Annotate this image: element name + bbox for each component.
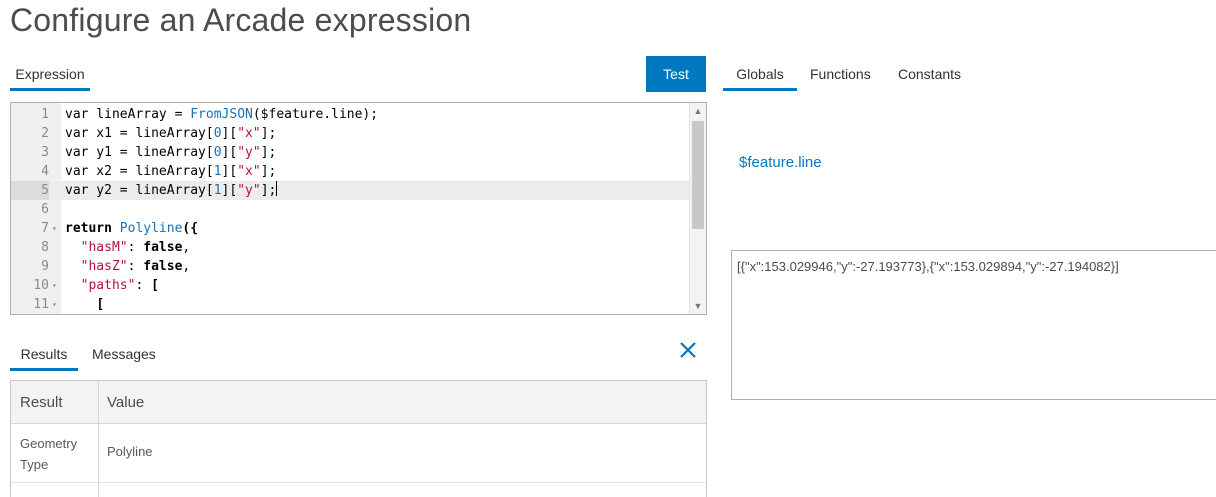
line-number: 4 <box>41 164 49 179</box>
line-number: 9 <box>41 259 49 274</box>
code-line[interactable]: 8 "hasM": false, <box>11 238 689 257</box>
global-feature-line-link[interactable]: $feature.line <box>739 154 822 171</box>
fold-arrow-icon[interactable]: ▾ <box>52 295 60 314</box>
code-line[interactable]: 3 var y1 = lineArray[0]["y"]; <box>11 143 689 162</box>
line-number: 5 <box>11 181 49 200</box>
scroll-up-icon[interactable]: ▲ <box>693 106 703 116</box>
column-divider <box>98 381 99 497</box>
code-text: var x1 = lineArray[0]["x"]; <box>65 126 277 141</box>
tab-constants[interactable]: Constants <box>898 56 961 91</box>
expression-tab-bar: Expression Test <box>10 56 706 92</box>
line-number: 3 <box>41 145 49 160</box>
code-line[interactable]: 10 ▾ "paths": [ <box>11 276 689 295</box>
global-value-box: [{"x":153.029946,"y":-27.193773},{"x":15… <box>731 250 1216 400</box>
scroll-thumb[interactable] <box>692 121 704 229</box>
code-text: var x2 = lineArray[1]["x"]; <box>65 164 277 179</box>
result-key: Geometry Type <box>20 436 78 472</box>
tab-messages[interactable]: Messages <box>92 336 156 371</box>
code-line[interactable]: 11 ▾ [ <box>11 295 689 314</box>
global-value-text: [{"x":153.029946,"y":-27.193773},{"x":15… <box>737 259 1119 274</box>
close-icon <box>680 342 696 358</box>
test-button[interactable]: Test <box>646 56 706 92</box>
results-table-header: Result Value <box>11 381 706 424</box>
text-cursor <box>276 181 278 196</box>
code-text: var y1 = lineArray[0]["y"]; <box>65 145 277 160</box>
code-text: return Polyline({ <box>65 221 199 236</box>
code-line[interactable]: 2 var x1 = lineArray[0]["x"]; <box>11 124 689 143</box>
line-number: 6 <box>41 202 49 217</box>
line-number: 10 <box>33 278 49 293</box>
line-number: 11 <box>33 297 49 312</box>
fold-arrow-icon[interactable]: ▾ <box>52 276 60 295</box>
code-text: "hasM": false, <box>80 240 191 255</box>
header-result: Result <box>20 394 63 411</box>
code-editor[interactable]: 1 var lineArray = FromJSON($feature.line)… <box>10 102 707 315</box>
code-line[interactable]: 4 var x2 = lineArray[1]["x"]; <box>11 162 689 181</box>
line-number: 7 <box>41 221 49 236</box>
editor-scrollbar[interactable]: ▲ ▼ <box>689 103 706 314</box>
tab-expression[interactable]: Expression <box>10 56 90 91</box>
code-text: "paths": [ <box>80 278 159 293</box>
code-line[interactable]: 5 var y2 = lineArray[1]["y"]; <box>11 181 689 200</box>
line-number: 2 <box>41 126 49 141</box>
line-number: 1 <box>41 107 49 122</box>
result-value: Polyline <box>107 444 153 459</box>
results-table: Result Value Geometry Type Polyline <box>10 380 707 497</box>
results-tab-bar: Results Messages <box>10 336 706 372</box>
close-results-button[interactable] <box>676 338 700 362</box>
code-line[interactable]: 9 "hasZ": false, <box>11 257 689 276</box>
code-line[interactable]: 7 ▾ return Polyline({ <box>11 219 689 238</box>
table-row: Geometry Type Polyline <box>11 424 706 483</box>
scroll-down-icon[interactable]: ▼ <box>693 301 703 311</box>
tab-globals[interactable]: Globals <box>723 56 797 91</box>
tab-results[interactable]: Results <box>10 336 78 371</box>
fold-arrow-icon[interactable]: ▾ <box>52 219 60 238</box>
code-line[interactable]: 1 var lineArray = FromJSON($feature.line)… <box>11 105 689 124</box>
page-title: Configure an Arcade expression <box>10 2 472 38</box>
header-value: Value <box>107 394 145 411</box>
code-text: "hasZ": false, <box>80 259 191 274</box>
line-number: 8 <box>41 240 49 255</box>
code-text: var lineArray = FromJSON($feature.line); <box>65 107 379 122</box>
reference-tab-bar: Globals Functions Constants <box>723 56 1216 92</box>
code-text: var y2 = lineArray[1]["y"]; <box>65 181 278 198</box>
code-text: [ <box>96 297 105 312</box>
code-line[interactable]: 6 <box>11 200 689 219</box>
tab-functions[interactable]: Functions <box>810 56 871 91</box>
